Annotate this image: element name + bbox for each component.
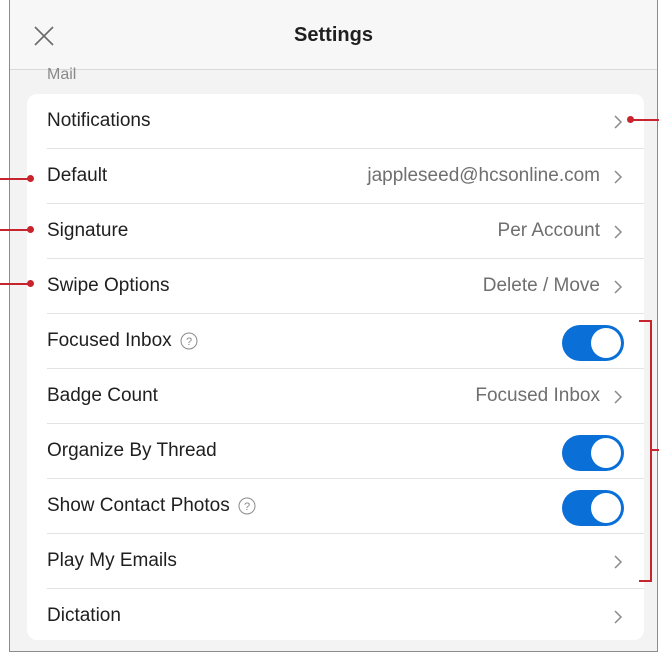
row-label: Focused Inbox <box>47 330 172 351</box>
callout-line-notifications <box>630 119 659 121</box>
callout-line-swipe-options <box>0 283 30 285</box>
row-label: Play My Emails <box>47 550 177 571</box>
row-notifications[interactable]: Notifications <box>27 94 644 149</box>
callout-dot-default <box>27 175 34 182</box>
callout-bracket-tail <box>651 449 659 451</box>
header-bar: Settings <box>10 0 657 70</box>
callout-line-signature <box>0 229 30 231</box>
row-label: Badge Count <box>47 385 158 406</box>
row-value: Focused Inbox <box>475 385 600 406</box>
svg-text:?: ? <box>186 336 192 348</box>
settings-window: Settings Mail Notifications Default japp… <box>9 0 658 652</box>
row-badge-count[interactable]: Badge Count Focused Inbox <box>27 369 644 424</box>
row-label-wrap: Show Contact Photos ? <box>47 495 256 517</box>
row-signature[interactable]: Signature Per Account <box>27 204 644 259</box>
row-label: Dictation <box>47 605 121 626</box>
chevron-right-icon <box>614 115 623 129</box>
toggle-knob <box>591 493 621 523</box>
organize-by-thread-toggle[interactable] <box>562 435 624 471</box>
chevron-right-icon <box>614 555 623 569</box>
section-label-mail: Mail <box>47 66 77 83</box>
chevron-right-icon <box>614 610 623 624</box>
row-label: Organize By Thread <box>47 440 217 461</box>
row-play-my-emails[interactable]: Play My Emails <box>27 534 644 589</box>
callout-bracket-bottom <box>639 580 651 582</box>
row-organize-by-thread: Organize By Thread <box>27 424 644 479</box>
callout-bracket-vertical <box>650 320 652 582</box>
toggle-knob <box>591 328 621 358</box>
help-icon[interactable]: ? <box>238 497 256 515</box>
callout-line-default <box>0 178 30 180</box>
toggle-knob <box>591 438 621 468</box>
mail-settings-card: Notifications Default jappleseed@hcsonli… <box>27 94 644 640</box>
row-value: jappleseed@hcsonline.com <box>367 165 600 186</box>
focused-inbox-toggle[interactable] <box>562 325 624 361</box>
row-label-wrap: Focused Inbox ? <box>47 330 198 352</box>
callout-dot-swipe-options <box>27 280 34 287</box>
show-contact-photos-toggle[interactable] <box>562 490 624 526</box>
chevron-right-icon <box>614 225 623 239</box>
callout-dot-signature <box>27 226 34 233</box>
chevron-right-icon <box>614 390 623 404</box>
row-swipe-options[interactable]: Swipe Options Delete / Move <box>27 259 644 314</box>
row-default[interactable]: Default jappleseed@hcsonline.com <box>27 149 644 204</box>
row-label: Default <box>47 165 108 186</box>
row-value: Per Account <box>497 220 600 241</box>
row-label: Signature <box>47 220 129 241</box>
page-title: Settings <box>294 24 373 46</box>
help-icon[interactable]: ? <box>180 332 198 350</box>
row-value: Delete / Move <box>482 275 600 296</box>
row-label: Show Contact Photos <box>47 495 230 516</box>
row-label: Swipe Options <box>47 275 170 296</box>
row-dictation[interactable]: Dictation <box>27 589 644 640</box>
row-focused-inbox: Focused Inbox ? <box>27 314 644 369</box>
chevron-right-icon <box>614 280 623 294</box>
row-label: Notifications <box>47 110 151 131</box>
row-show-contact-photos: Show Contact Photos ? <box>27 479 644 534</box>
chevron-right-icon <box>614 170 623 184</box>
svg-text:?: ? <box>244 501 250 513</box>
